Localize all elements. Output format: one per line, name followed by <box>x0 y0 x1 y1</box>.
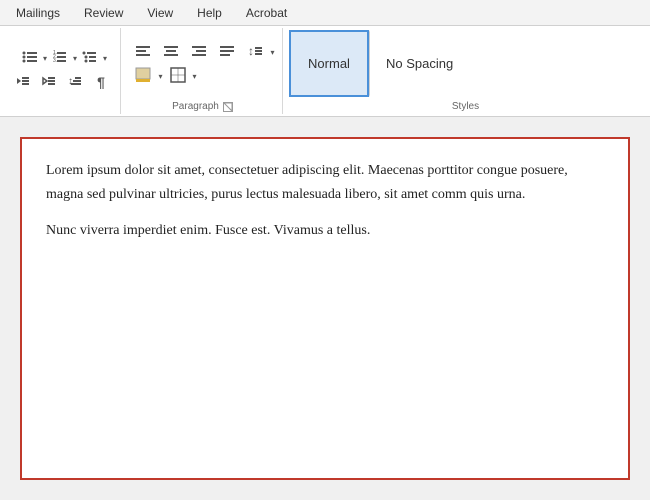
pilcrow-icon: ¶ <box>97 74 105 90</box>
borders-icon <box>170 67 186 86</box>
style-nospacing-button[interactable]: No Spacing <box>369 30 471 97</box>
paragraph-2: Nunc viverra imperdiet enim. Fusce est. … <box>46 219 604 243</box>
document-page[interactable]: Lorem ipsum dolor sit amet, consectetuer… <box>20 137 630 480</box>
align-right-icon <box>191 43 207 62</box>
tab-view[interactable]: View <box>135 0 185 25</box>
left-tools-section: ▾ 1.2.3. ▾ ▾ <box>4 28 121 114</box>
increase-indent-icon <box>41 73 57 92</box>
svg-text:↕: ↕ <box>68 76 73 87</box>
justify-icon <box>219 43 235 62</box>
paragraph-section: ↕ ▾ ▾ <box>123 28 283 114</box>
shading-icon <box>135 67 151 86</box>
bullets-icon <box>22 49 38 68</box>
sort-icon: ↕ <box>67 73 83 92</box>
borders-button[interactable] <box>165 66 191 88</box>
tab-help[interactable]: Help <box>185 0 234 25</box>
linespacing-chevron: ▾ <box>270 48 274 57</box>
align-right-button[interactable] <box>186 42 212 64</box>
align-left-button[interactable] <box>130 42 156 64</box>
line-spacing-button[interactable]: ↕ <box>242 42 268 64</box>
numbering-icon: 1.2.3. <box>52 49 68 68</box>
style-normal-button[interactable]: Normal <box>289 30 369 97</box>
line-spacing-icon: ↕ <box>247 43 263 62</box>
numbering-button[interactable]: 1.2.3. <box>47 47 73 69</box>
document-area: Lorem ipsum dolor sit amet, consectetuer… <box>0 117 650 500</box>
svg-text:↕: ↕ <box>248 44 254 58</box>
justify-button[interactable] <box>214 42 240 64</box>
tab-mailings[interactable]: Mailings <box>4 0 72 25</box>
bullets-button[interactable] <box>17 47 43 69</box>
tab-review[interactable]: Review <box>72 0 135 25</box>
paragraph-section-label: Paragraph <box>172 101 219 112</box>
paragraph-1: Lorem ipsum dolor sit amet, consectetuer… <box>46 159 604 207</box>
shading-chevron: ▾ <box>158 72 162 81</box>
align-center-icon <box>163 43 179 62</box>
sort-button[interactable]: ↕ <box>62 71 88 93</box>
decrease-indent-button[interactable] <box>10 71 36 93</box>
increase-indent-button[interactable] <box>36 71 62 93</box>
align-center-button[interactable] <box>158 42 184 64</box>
tab-acrobat[interactable]: Acrobat <box>234 0 299 25</box>
shading-button[interactable] <box>130 66 156 88</box>
align-left-icon <box>135 43 151 62</box>
multilevel-button[interactable] <box>77 47 103 69</box>
multilevel-icon <box>82 49 98 68</box>
paragraph-expand-button[interactable] <box>223 102 233 112</box>
multilevel-chevron: ▾ <box>103 54 107 63</box>
show-hide-button[interactable]: ¶ <box>88 71 114 93</box>
svg-text:3.: 3. <box>53 58 57 64</box>
borders-chevron: ▾ <box>193 72 197 81</box>
styles-section: Normal No Spacing Styles <box>285 28 646 114</box>
decrease-indent-icon <box>15 73 31 92</box>
styles-section-label: Styles <box>452 99 479 112</box>
